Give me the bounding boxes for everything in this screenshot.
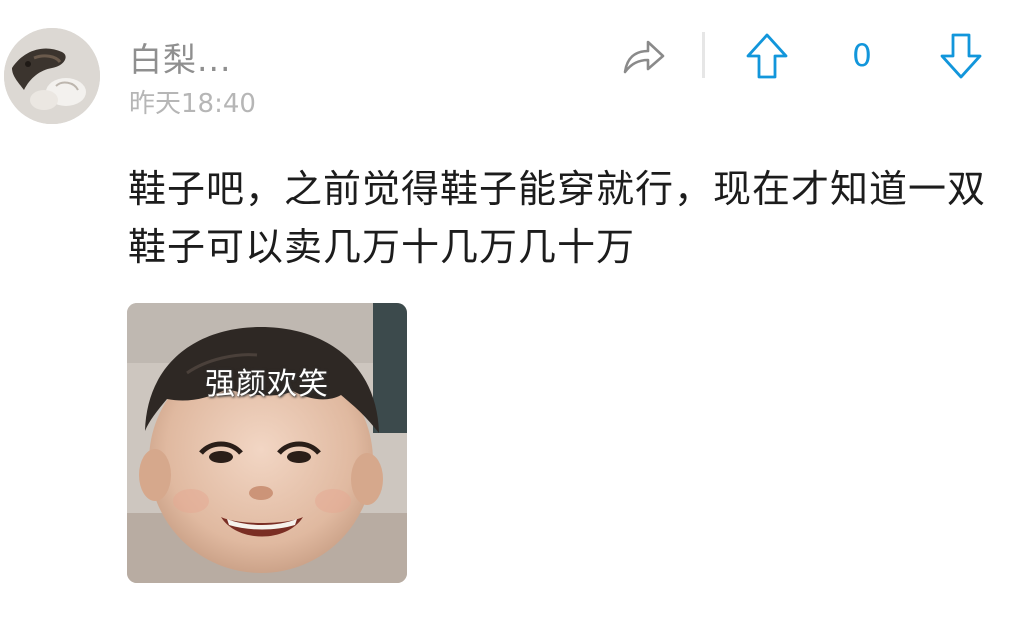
avatar-image — [4, 28, 100, 124]
comment-timestamp: 昨天18:40 — [129, 89, 256, 119]
share-arrow-icon — [623, 40, 665, 74]
action-divider — [702, 32, 705, 78]
arrow-down-icon — [940, 33, 982, 79]
comment-item: 白梨... 昨天18:40 0 鞋子吧，之前觉得鞋子能穿就行，现在才知道一双鞋子… — [0, 0, 1035, 618]
author-name[interactable]: 白梨... — [129, 38, 231, 82]
avatar[interactable] — [4, 28, 100, 124]
upvote-button[interactable] — [738, 28, 796, 84]
meme-photo — [127, 303, 407, 583]
downvote-button[interactable] — [932, 28, 990, 84]
comment-body: 鞋子吧，之前觉得鞋子能穿就行，现在才知道一双鞋子可以卖几万十几万几十万 — [128, 167, 987, 269]
arrow-up-icon — [746, 33, 788, 79]
meme-caption: 强颜欢笑 — [205, 367, 329, 402]
share-button[interactable] — [614, 28, 674, 84]
vote-count: 0 — [852, 38, 872, 74]
meme-image[interactable]: 强颜欢笑 — [127, 303, 407, 583]
